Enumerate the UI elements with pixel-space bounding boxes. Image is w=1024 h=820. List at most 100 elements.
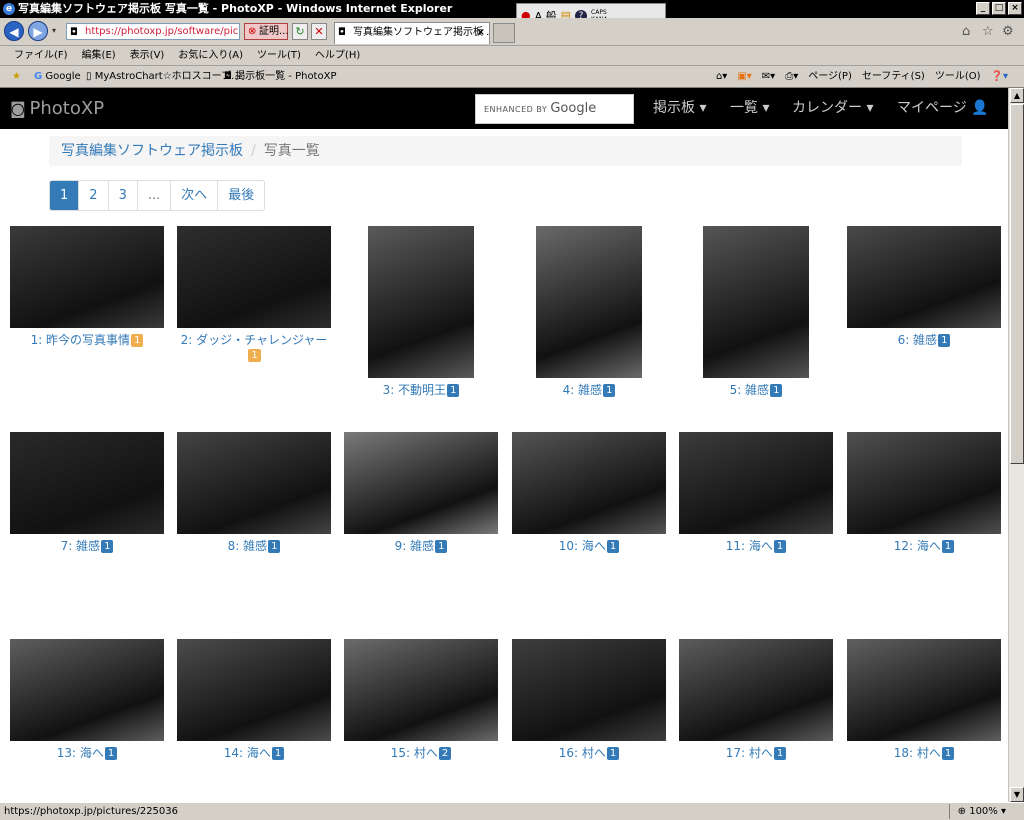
gear-icon[interactable]: ⚙ <box>1002 24 1014 39</box>
fav-photoxp[interactable]: ◘ 掲示板一覧 - PhotoXP <box>224 66 336 88</box>
mail-icon[interactable]: ✉▾ <box>762 66 775 88</box>
photo-thumbnail[interactable] <box>847 226 1001 328</box>
close-button[interactable]: × <box>1008 2 1022 15</box>
help-cmd-icon[interactable]: ❓▾ <box>991 66 1008 88</box>
status-bar: https://photoxp.jp/pictures/225036 ⊕ 100… <box>0 802 1024 820</box>
photo-thumbnail[interactable] <box>177 639 331 741</box>
photo-thumbnail[interactable] <box>847 432 1001 534</box>
photo-caption[interactable]: 12: 海へ 1 <box>842 537 1006 554</box>
photo-thumbnail[interactable] <box>177 226 331 328</box>
fav-google[interactable]: G Google <box>34 66 81 88</box>
favorites-star-icon[interactable]: ☆ <box>982 24 994 39</box>
menu-edit[interactable]: 編集(E) <box>82 46 116 65</box>
fav-photoxp-label: 掲示板一覧 - PhotoXP <box>235 71 337 82</box>
refresh-icon[interactable]: ↻ <box>292 23 308 40</box>
photo-caption[interactable]: 15: 村へ 2 <box>339 744 503 761</box>
forward-arrow-icon[interactable]: ▶ <box>28 21 48 41</box>
url-field[interactable]: ◘ https://photoxp.jp/software/pic <box>66 23 240 40</box>
nav-mypage[interactable]: マイページ 👤 <box>897 88 989 129</box>
page-1[interactable]: 1 <box>50 181 79 210</box>
photo-caption[interactable]: 3: 不動明王 1 <box>339 381 503 398</box>
page-icon: ▯ <box>86 71 92 82</box>
menu-tools[interactable]: ツール(T) <box>257 46 301 65</box>
photo-caption[interactable]: 8: 雑感 1 <box>172 537 336 554</box>
google-g-icon: G <box>34 71 43 82</box>
photo-thumbnail[interactable] <box>512 432 666 534</box>
photo-thumbnail[interactable] <box>10 432 164 534</box>
photo-thumbnail[interactable] <box>344 432 498 534</box>
fav-myastrochart[interactable]: ▯ MyAstroChart☆ホロスコープ... <box>86 66 241 88</box>
favorites-add-icon[interactable]: ★ <box>12 66 21 88</box>
photo-caption[interactable]: 10: 海へ 1 <box>507 537 671 554</box>
menu-help[interactable]: ヘルプ(H) <box>315 46 360 65</box>
photo-thumbnail[interactable] <box>10 226 164 328</box>
cmd-tools[interactable]: ツール(O) <box>935 66 981 88</box>
google-search-input[interactable]: ENHANCED BY Google <box>475 94 634 124</box>
photo-caption-text: 15: 村へ <box>390 746 438 760</box>
camera-icon: ◙ <box>10 99 26 118</box>
cmd-safety[interactable]: セーフティ(S) <box>862 66 925 88</box>
back-arrow-icon[interactable]: ◀ <box>4 21 24 41</box>
photo-thumbnail[interactable] <box>10 639 164 741</box>
print-icon[interactable]: ⎙▾ <box>785 66 798 88</box>
photo-caption[interactable]: 5: 雑感 1 <box>674 381 838 398</box>
photo-caption[interactable]: 7: 雑感 1 <box>5 537 169 554</box>
photo-thumbnail[interactable] <box>344 639 498 741</box>
menu-view[interactable]: 表示(V) <box>130 46 165 65</box>
page-3[interactable]: 3 <box>107 181 137 210</box>
certificate-error-button[interactable]: ⊗ 証明... <box>244 23 289 40</box>
scroll-up-icon[interactable]: ▲ <box>1010 88 1024 103</box>
scroll-down-icon[interactable]: ▼ <box>1010 787 1024 802</box>
photo-caption[interactable]: 1: 昨今の写真事情 1 <box>5 331 169 348</box>
photo-caption[interactable]: 17: 村へ 1 <box>674 744 838 761</box>
photo-thumbnail[interactable] <box>679 639 833 741</box>
nav-calendar[interactable]: カレンダー ▾ <box>792 88 873 129</box>
page-2[interactable]: 2 <box>78 181 107 210</box>
camera-icon: ◘ <box>224 71 232 82</box>
vertical-scrollbar[interactable]: ▲ ▼ <box>1008 88 1024 802</box>
photo-caption[interactable]: 13: 海へ 1 <box>5 744 169 761</box>
stop-icon[interactable]: ✕ <box>311 23 327 40</box>
menu-favorites[interactable]: お気に入り(A) <box>178 46 243 65</box>
breadcrumb-parent[interactable]: 写真編集ソフトウェア掲示板 <box>61 143 243 159</box>
menu-file[interactable]: ファイル(F) <box>14 46 68 65</box>
nav-list[interactable]: 一覧 ▾ <box>730 88 769 129</box>
cmd-page[interactable]: ページ(P) <box>808 66 852 88</box>
zoom-control[interactable]: ⊕ 100% ▾ <box>948 804 1006 819</box>
tab-photoxp[interactable]: ◘ 写真編集ソフトウェア掲示板 ... × <box>334 22 490 44</box>
page-last[interactable]: 最後 <box>217 181 264 210</box>
photo-caption[interactable]: 6: 雑感 1 <box>842 331 1006 348</box>
comment-count-badge: 1 <box>248 349 261 362</box>
comment-count-badge: 1 <box>773 747 787 760</box>
photo-caption[interactable]: 9: 雑感 1 <box>339 537 503 554</box>
photo-caption-text: 2: ダッジ・チャレンジャー <box>180 333 328 347</box>
photo-thumbnail[interactable] <box>847 639 1001 741</box>
site-brand[interactable]: ◙ PhotoXP <box>10 88 104 129</box>
scroll-thumb[interactable] <box>1010 104 1024 464</box>
photo-caption[interactable]: 16: 村へ 1 <box>507 744 671 761</box>
new-tab-button[interactable] <box>493 23 515 43</box>
home-icon[interactable]: ⌂ <box>962 24 970 39</box>
photo-thumbnail[interactable] <box>512 639 666 741</box>
photo-thumbnail[interactable] <box>536 226 642 378</box>
home-cmd-icon[interactable]: ⌂▾ <box>716 66 727 88</box>
page-next[interactable]: 次へ <box>170 181 217 210</box>
photo-thumbnail[interactable] <box>703 226 809 378</box>
minimize-button[interactable]: _ <box>976 2 990 15</box>
photo-caption[interactable]: 4: 雑感 1 <box>507 381 671 398</box>
photo-caption[interactable]: 18: 村へ 1 <box>842 744 1006 761</box>
photo-caption[interactable]: 2: ダッジ・チャレンジャー 1 <box>172 331 336 362</box>
tab-close-icon[interactable]: × <box>477 23 485 43</box>
photo-caption[interactable]: 11: 海へ 1 <box>674 537 838 554</box>
history-dropdown-icon[interactable]: ▾ <box>52 26 56 35</box>
maximize-button[interactable]: □ <box>992 2 1006 15</box>
photo-caption-text: 4: 雑感 <box>562 383 603 397</box>
nav-boards[interactable]: 掲示板 ▾ <box>653 88 706 129</box>
rss-icon[interactable]: ▣▾ <box>737 66 751 88</box>
site-favicon-icon: ◘ <box>70 27 78 38</box>
photo-thumbnail[interactable] <box>368 226 474 378</box>
photo-thumbnail[interactable] <box>177 432 331 534</box>
comment-count-badge: 1 <box>941 747 955 760</box>
photo-thumbnail[interactable] <box>679 432 833 534</box>
photo-caption[interactable]: 14: 海へ 1 <box>172 744 336 761</box>
